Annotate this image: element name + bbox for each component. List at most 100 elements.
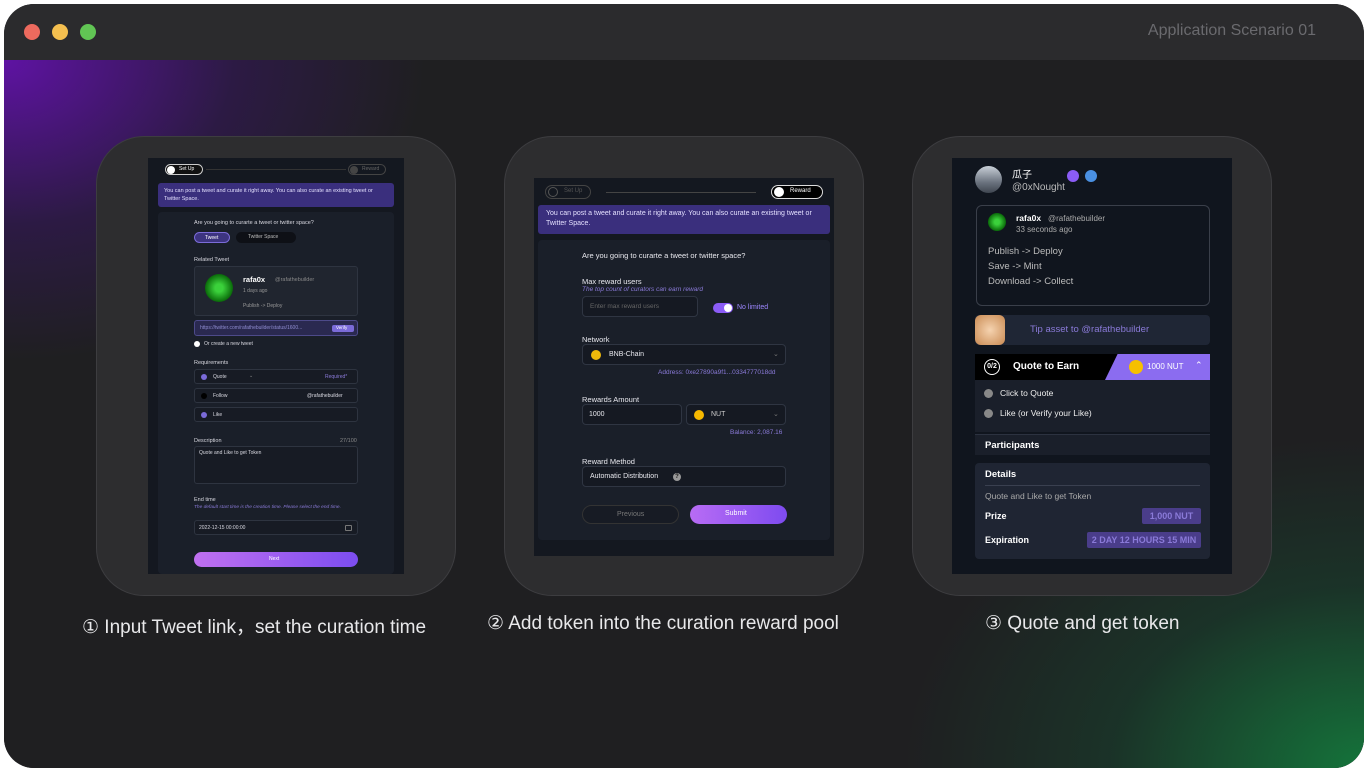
task-check-icon [984,389,993,398]
toggle-knob [724,304,732,312]
follow-checkbox[interactable] [201,393,207,399]
network-value: BNB-Chain [609,351,645,358]
quote-screen: 瓜子 @0xNought rafa0x @rafathebuilder 33 s… [952,158,1232,574]
close-window-button[interactable] [24,24,40,40]
description-value: Quote and Like to get Token [199,450,262,456]
no-limited-label: No limited [737,304,769,311]
showcase-area: Set Up Reward You can post a tweet and c… [4,60,1364,768]
calendar-icon[interactable] [345,525,352,531]
details-section: Details Quote and Like to get Token Priz… [975,463,1210,559]
rewards-amount-label: Rewards Amount [582,395,640,404]
reward-badge: 1000 NUT ⌃ [1105,354,1210,380]
caption-step-2: ② Add token into the curation reward poo… [487,613,839,634]
network-address: Address: 0xe27890a9f1...0334777018dd [658,369,776,376]
tweet-line: Publish -> Deploy [988,246,1063,257]
tab-twitter-space-label: Twitter Space [248,234,279,240]
tab-tweet[interactable]: Tweet [194,232,230,243]
info-banner: You can post a tweet and curate it right… [158,183,394,207]
previous-button[interactable]: Previous [582,505,679,524]
reward-method-label: Reward Method [582,457,635,466]
tweet-handle: @rafathebuilder [1048,214,1106,223]
tweet-username: rafa0x [243,275,266,284]
task-progress: 0/2 [984,359,1000,375]
quote-to-earn-header[interactable]: 0/2 Quote to Earn 1000 NUT ⌃ [975,354,1210,380]
info-banner-text: You can post a tweet and curate it right… [164,188,373,202]
bnb-chain-icon [591,350,601,360]
device-frame-quote: 瓜子 @0xNought rafa0x @rafathebuilder 33 s… [912,136,1272,596]
tip-asset-button[interactable]: Tip asset to @rafathebuilder [975,315,1210,345]
tweet-link-value: https://twitter.com/rafathebuilder/statu… [200,325,303,331]
create-new-radio[interactable] [194,341,200,347]
task-check-icon [984,409,993,418]
caption-step-1: ① Input Tweet link，set the curation time [82,617,427,638]
requirement-like[interactable]: Like [194,407,358,422]
submit-button[interactable]: Submit [690,505,787,524]
step-2-icon [774,187,784,197]
info-banner-text: You can post a tweet and curate it right… [546,210,812,227]
step-setup: Set Up [165,164,203,175]
like-checkbox[interactable] [201,412,207,418]
step-1-icon [548,187,558,197]
chevron-down-icon: ⌄ [773,351,779,358]
prize-value: 1,000 NUT [1142,508,1201,524]
quoted-tweet-card: rafa0x @rafathebuilder 33 seconds ago Pu… [976,205,1210,306]
step-reward: Reward [348,164,386,175]
curate-question: Are you going to curarte a tweet or twit… [582,251,746,260]
tab-twitter-space[interactable]: Twitter Space [236,232,296,243]
tip-label: Tip asset to @rafathebuilder [1030,324,1150,335]
user-avatar [975,166,1002,193]
max-reward-label: Max reward users [582,277,642,286]
max-reward-placeholder: Enter max reward users [590,303,659,310]
verify-button[interactable]: Verify [332,325,354,332]
task-quote[interactable]: Click to Quote [1000,388,1053,398]
reward-method-select[interactable]: Automatic Distribution ? [582,466,786,487]
token-value: NUT [711,411,726,418]
submit-button-label: Submit [725,510,747,517]
step-2-icon [350,166,358,174]
tweet-handle: @rafathebuilder [275,277,315,283]
end-time-input[interactable]: 2022-12-15 00:00:00 [194,520,358,535]
chevron-down-icon: ⌄ [249,373,254,379]
device-frame-reward: Set Up Reward You can post a tweet and c… [504,136,864,596]
participants-label: Participants [985,440,1040,451]
rewards-amount-input[interactable]: 1000 [582,404,682,425]
minimize-window-button[interactable] [52,24,68,40]
step-1-icon [167,166,175,174]
setup-screen: Set Up Reward You can post a tweet and c… [148,158,404,574]
max-reward-input[interactable]: Enter max reward users [582,296,698,317]
requirement-follow[interactable]: Follow @rafathebuilder [194,388,358,403]
quote-checkbox[interactable] [201,374,207,380]
next-button[interactable]: Next [194,552,358,567]
req-like-label: Like [213,412,223,418]
help-icon[interactable]: ? [673,473,681,481]
participants-section[interactable]: Participants [975,434,1210,455]
rewards-amount-value: 1000 [589,411,605,418]
user-name: 瓜子 [1012,170,1032,181]
reward-screen: Set Up Reward You can post a tweet and c… [534,178,834,556]
tweet-line: Download -> Collect [988,276,1074,287]
token-balance: Balance: 2,087.16 [730,429,783,436]
description-input[interactable]: Quote and Like to get Token [194,446,358,484]
reward-method-value: Automatic Distribution [590,473,659,480]
requirement-quote[interactable]: Quote ⌄ Required* [194,369,358,384]
task-list: Click to Quote Like (or Verify your Like… [975,380,1210,432]
tweet-username: rafa0x [1016,213,1042,223]
req-follow-label: Follow [213,393,228,399]
tweet-link-input[interactable]: https://twitter.com/rafathebuilder/statu… [194,320,358,336]
no-limited-toggle[interactable] [713,303,733,313]
step-divider [606,192,756,193]
task-like[interactable]: Like (or Verify your Like) [1000,408,1092,418]
create-new-label: Or create a new tweet [204,341,253,347]
prize-label: Prize [985,511,1007,521]
related-tweet-card: rafa0x @rafathebuilder 1 days ago Publis… [194,266,358,316]
network-select[interactable]: BNB-Chain ⌄ [582,344,786,365]
step-reward: Reward [771,185,823,199]
end-time-hint: The default start time is the creation t… [194,505,341,510]
token-select[interactable]: NUT ⌄ [686,404,786,425]
description-label: Description [194,438,222,444]
step-divider [206,169,346,170]
nut-token-icon [694,410,704,420]
chevron-up-icon: ⌃ [1195,360,1203,370]
verified-icon [1085,170,1097,182]
zoom-window-button[interactable] [80,24,96,40]
